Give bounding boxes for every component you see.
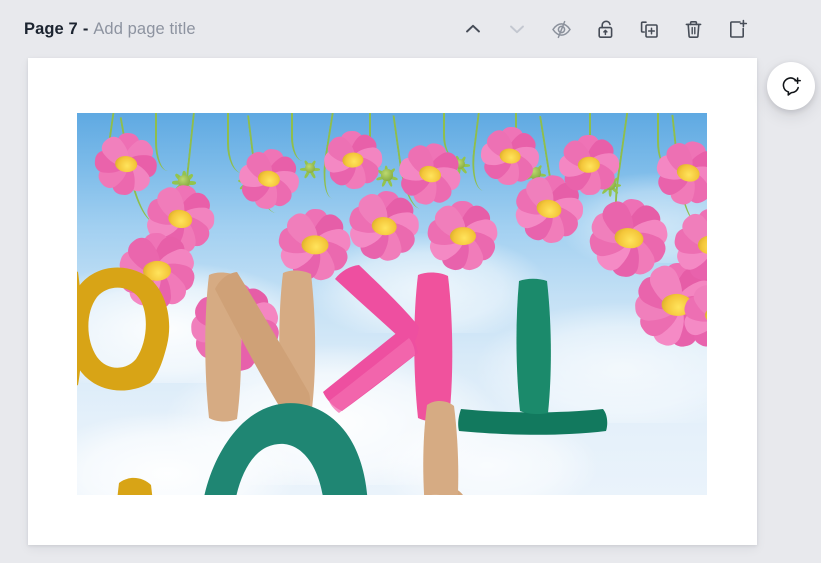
flower-blossom: [168, 279, 302, 376]
cloud: [557, 173, 707, 263]
artwork-image[interactable]: [77, 113, 707, 495]
letter-K: [323, 265, 453, 422]
flower-stem: [539, 113, 587, 219]
unlock-page-button[interactable]: [591, 15, 619, 43]
flower-bud: [170, 167, 198, 196]
flower-stem: [671, 113, 707, 225]
flower-blossom: [466, 123, 554, 189]
letter-O: [204, 403, 368, 495]
hide-page-button[interactable]: [547, 15, 575, 43]
flower-blossom: [331, 185, 438, 268]
flower-stem: [119, 113, 179, 228]
cloud: [377, 413, 597, 495]
artwork-lettering: [77, 113, 707, 495]
flower-stem: [291, 113, 315, 161]
add-comment-icon: [779, 74, 803, 98]
flower-blossom: [546, 134, 632, 197]
flower-stem: [607, 113, 663, 247]
flower-bud: [299, 157, 321, 179]
flower-blossom: [568, 192, 690, 285]
cloud: [77, 263, 317, 383]
page-toolbar: Page 7 - Add page title: [0, 0, 821, 58]
flower-stem: [227, 113, 257, 173]
flower-stem: [468, 113, 508, 193]
page-editor: Page 7 - Add page title: [0, 0, 821, 563]
letter-T: [458, 278, 608, 435]
page-title-placeholder[interactable]: Add page title: [93, 20, 195, 39]
flower-bud: [449, 153, 471, 176]
flower-blossom: [311, 128, 395, 191]
page-number-label: Page 7: [24, 19, 78, 38]
letter-A: [77, 267, 170, 391]
duplicate-page-button[interactable]: [635, 15, 663, 43]
delete-page-button[interactable]: [679, 15, 707, 43]
cloud: [167, 345, 497, 485]
flower-blossom: [381, 134, 479, 215]
flower-bud: [237, 169, 261, 194]
flower-blossom: [127, 176, 233, 262]
flower-bud: [523, 161, 547, 186]
flower-blossom: [262, 207, 368, 284]
flower-stem: [101, 113, 147, 193]
flower-bud: [375, 163, 399, 187]
add-page-button[interactable]: [723, 15, 751, 43]
page-title[interactable]: Page 7 - Add page title: [24, 20, 196, 39]
flower-stem: [177, 113, 215, 264]
flower-stem: [318, 113, 360, 201]
flower-stem: [443, 113, 465, 157]
page-title-separator: -: [82, 19, 89, 38]
flower-stem: [369, 113, 395, 167]
flower-blossom: [636, 130, 707, 216]
flower-stem: [247, 113, 293, 215]
flower-blossom: [80, 129, 172, 200]
flower-stem: [515, 113, 539, 165]
flower-blossom: [413, 201, 513, 274]
move-down-icon: [506, 18, 528, 40]
page-canvas[interactable]: [28, 58, 757, 545]
flower-blossom: [222, 142, 315, 216]
unlock-icon: [594, 18, 617, 41]
cloud: [77, 413, 297, 495]
flower-blossom: [615, 260, 707, 350]
flower-stem: [589, 113, 615, 175]
flower-stem: [155, 113, 181, 171]
move-up-icon: [462, 18, 484, 40]
flower-stem: [392, 113, 436, 211]
cloud: [477, 303, 707, 423]
flower-bud: [665, 165, 689, 189]
cloud: [307, 233, 547, 333]
letter-Y: [423, 401, 463, 495]
flower-blossom: [495, 166, 603, 252]
move-down-button[interactable]: [503, 15, 531, 43]
flower-bud: [597, 171, 623, 198]
move-up-button[interactable]: [459, 15, 487, 43]
add-page-icon: [726, 18, 749, 41]
flower-blossom: [102, 231, 213, 311]
hide-page-icon: [550, 18, 573, 41]
flower-blossom: [661, 209, 707, 284]
add-comment-button[interactable]: [767, 62, 815, 110]
flower-blossom: [666, 276, 707, 357]
letter-U: [117, 478, 153, 495]
duplicate-icon: [638, 18, 661, 41]
letter-N: [205, 270, 316, 422]
flower-stem: [657, 113, 681, 169]
page-actions: [459, 0, 751, 58]
delete-icon: [682, 18, 705, 41]
